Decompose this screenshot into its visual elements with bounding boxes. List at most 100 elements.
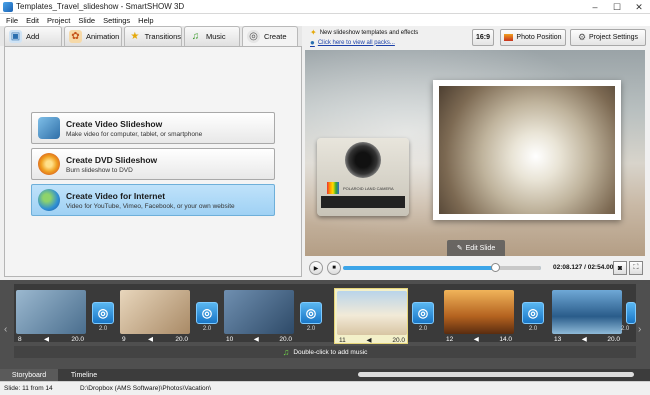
transition-duration: 2.0 bbox=[528, 326, 538, 332]
create-video-slideshow-button[interactable]: Create Video Slideshow Make video for co… bbox=[31, 112, 275, 144]
transition-duration: 2.0 bbox=[98, 326, 108, 332]
view-packs-link[interactable]: ● Click here to view all packs... bbox=[310, 38, 395, 47]
slide-thumbnail bbox=[552, 290, 622, 334]
playback-thumb[interactable] bbox=[491, 263, 500, 272]
transition-icon: ◎ bbox=[97, 306, 109, 320]
tab-add[interactable]: ▣ Add bbox=[4, 26, 62, 46]
menu-help[interactable]: Help bbox=[138, 16, 153, 25]
slide-meta: 10 ◀ 20.0 bbox=[226, 335, 292, 344]
slide-8[interactable]: 8 ◀ 20.0 bbox=[14, 288, 88, 344]
slide-meta: 13 ◀ 20.0 bbox=[554, 335, 620, 344]
aspect-ratio-button[interactable]: 16:9 bbox=[472, 29, 494, 46]
tab-music[interactable]: ♫ Music bbox=[184, 26, 240, 46]
photo-position-icon bbox=[504, 34, 514, 41]
scroll-right-arrow[interactable]: › bbox=[638, 324, 646, 338]
tab-label: Transitions bbox=[144, 32, 181, 41]
slide-13[interactable]: 13 ◀ 20.0 bbox=[550, 288, 624, 344]
transition-12[interactable]: ◎ bbox=[522, 302, 544, 324]
player-controls: ▶ ■ 02:08.127 / 02:54.000 ◙ ⛶ bbox=[305, 258, 645, 278]
horizontal-scrollbar[interactable] bbox=[358, 372, 634, 377]
monitor-devices-icon bbox=[38, 117, 60, 139]
speaker-icon: ◀ bbox=[581, 336, 587, 343]
stop-button[interactable]: ■ bbox=[327, 261, 341, 275]
tab-label: Add bbox=[26, 32, 40, 41]
tab-create[interactable]: ◎ Create bbox=[242, 26, 298, 46]
camera-lens bbox=[345, 142, 381, 178]
promo-new-templates: ✦ New slideshow templates and effects bbox=[310, 28, 419, 37]
beach-photo bbox=[439, 86, 615, 214]
transition-13[interactable] bbox=[626, 302, 636, 324]
menu-file[interactable]: File bbox=[6, 16, 18, 25]
button-title: Create DVD Slideshow bbox=[66, 154, 158, 165]
add-folder-icon: ▣ bbox=[9, 30, 22, 43]
close-button[interactable]: ✕ bbox=[628, 0, 650, 14]
speaker-icon: ◀ bbox=[43, 336, 49, 343]
transition-icon: ◎ bbox=[305, 306, 317, 320]
slide-thumbnail bbox=[337, 291, 407, 335]
slide-9[interactable]: 9 ◀ 20.0 bbox=[118, 288, 192, 344]
transition-9[interactable]: ◎ bbox=[196, 302, 218, 324]
tab-storyboard[interactable]: Storyboard bbox=[0, 369, 58, 381]
edit-slide-button[interactable]: ✎ Edit Slide bbox=[447, 240, 505, 256]
film-reel-icon: ◎ bbox=[247, 30, 260, 43]
title-bar: Templates_Travel_slideshow - SmartSHOW 3… bbox=[0, 0, 650, 14]
music-hint: Double-click to add music bbox=[293, 348, 368, 356]
fullscreen-button[interactable]: ⛶ bbox=[629, 261, 643, 275]
transition-11[interactable]: ◎ bbox=[412, 302, 434, 324]
slide-meta: 8 ◀ 20.0 bbox=[18, 335, 84, 344]
camera-slot bbox=[321, 196, 405, 208]
create-dvd-slideshow-button[interactable]: Create DVD Slideshow Burn slideshow to D… bbox=[31, 148, 275, 180]
tab-timeline[interactable]: Timeline bbox=[60, 369, 108, 381]
main-tabs: ▣ Add ✿ Animation ★ Transitions ♫ Music … bbox=[0, 26, 302, 46]
button-subtitle: Video for YouTube, Vimeo, Facebook, or y… bbox=[66, 202, 235, 210]
window-controls: – ☐ ✕ bbox=[584, 0, 650, 14]
photo-frame bbox=[433, 80, 621, 220]
photo-position-button[interactable]: Photo Position bbox=[500, 29, 566, 46]
star-icon: ★ bbox=[130, 31, 140, 42]
palette-icon: ✿ bbox=[69, 30, 82, 43]
tab-transitions[interactable]: ★ Transitions bbox=[124, 26, 182, 46]
tab-animation[interactable]: ✿ Animation bbox=[64, 26, 122, 46]
slide-preview[interactable]: POLAROID LAND CAMERA ✎ Edit Slide bbox=[305, 50, 645, 256]
music-note-icon: ♫ bbox=[282, 347, 290, 357]
slide-meta: 11 ◀ 20.0 bbox=[339, 336, 405, 345]
transition-duration: 2.0 bbox=[202, 326, 212, 332]
tab-label: Animation bbox=[86, 32, 120, 41]
music-track[interactable]: ♫ Double-click to add music bbox=[14, 346, 636, 358]
transition-duration: 2.0 bbox=[418, 326, 428, 332]
project-settings-button[interactable]: ⚙ Project Settings bbox=[570, 29, 646, 46]
transition-icon: ◎ bbox=[417, 306, 429, 320]
slide-thumbnail bbox=[444, 290, 514, 334]
menu-bar: File Edit Project Slide Settings Help bbox=[0, 14, 650, 26]
transition-8[interactable]: ◎ bbox=[92, 302, 114, 324]
music-note-icon: ♫ bbox=[191, 31, 200, 42]
snapshot-button[interactable]: ◙ bbox=[613, 261, 627, 275]
transition-duration: 2.0 bbox=[306, 326, 316, 332]
menu-project[interactable]: Project bbox=[47, 16, 70, 25]
slide-10[interactable]: 10 ◀ 20.0 bbox=[222, 288, 296, 344]
speaker-icon: ◀ bbox=[253, 336, 259, 343]
slide-meta: 12 ◀ 14.0 bbox=[446, 335, 512, 344]
menu-slide[interactable]: Slide bbox=[78, 16, 95, 25]
create-panel: Create Video Slideshow Make video for co… bbox=[4, 46, 302, 277]
transition-duration: 2.0 bbox=[620, 326, 630, 332]
minimize-button[interactable]: – bbox=[584, 0, 606, 14]
tab-label: Create bbox=[264, 32, 287, 41]
stop-icon: ■ bbox=[332, 265, 336, 271]
button-title: Create Video Slideshow bbox=[66, 118, 163, 129]
slide-11[interactable]: 11 ◀ 20.0 bbox=[334, 288, 408, 344]
window-title: Templates_Travel_slideshow - SmartSHOW 3… bbox=[16, 2, 185, 11]
slide-12[interactable]: 12 ◀ 14.0 bbox=[442, 288, 516, 344]
scroll-left-arrow[interactable]: ‹ bbox=[4, 324, 12, 338]
timecode: 02:08.127 / 02:54.000 bbox=[553, 264, 617, 271]
slide-meta: 9 ◀ 20.0 bbox=[122, 335, 188, 344]
menu-settings[interactable]: Settings bbox=[103, 16, 130, 25]
maximize-button[interactable]: ☐ bbox=[606, 0, 628, 14]
speaker-icon: ◀ bbox=[147, 336, 153, 343]
create-video-for-internet-button[interactable]: Create Video for Internet Video for YouT… bbox=[31, 184, 275, 216]
preview-toolbar: ✦ New slideshow templates and effects ● … bbox=[304, 26, 650, 50]
play-button[interactable]: ▶ bbox=[309, 261, 323, 275]
slide-thumbnail bbox=[16, 290, 86, 334]
transition-10[interactable]: ◎ bbox=[300, 302, 322, 324]
menu-edit[interactable]: Edit bbox=[26, 16, 39, 25]
